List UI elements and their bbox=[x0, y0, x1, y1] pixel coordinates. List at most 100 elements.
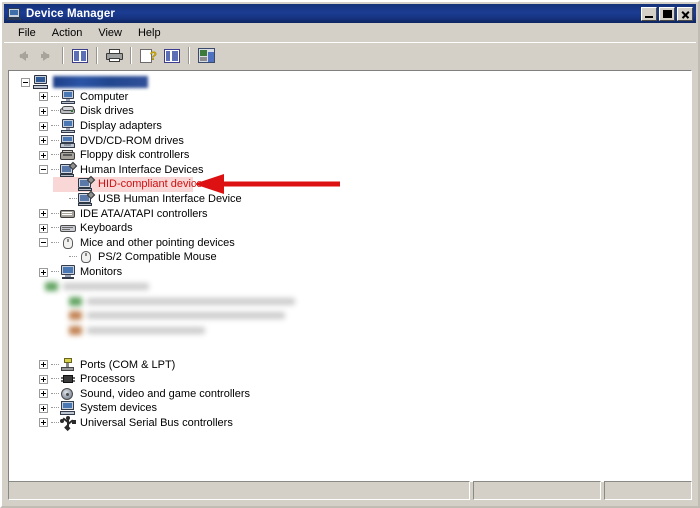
collapse-icon[interactable] bbox=[39, 165, 48, 175]
status-pane-3 bbox=[604, 481, 692, 500]
redacted-label bbox=[63, 283, 149, 291]
expand-icon[interactable] bbox=[39, 267, 48, 277]
window-title: Device Manager bbox=[26, 7, 115, 20]
tree-row-hid-compliant-device[interactable]: HID-compliant device bbox=[9, 176, 691, 192]
tree-item-label: Universal Serial Bus controllers bbox=[80, 416, 233, 429]
dvd-drive-icon bbox=[60, 134, 76, 148]
tree-connector bbox=[51, 95, 59, 98]
usb-icon bbox=[60, 415, 76, 432]
tree-row[interactable]: IDE ATA/ATAPI controllers bbox=[9, 206, 691, 221]
arrow-left-icon bbox=[18, 50, 28, 61]
toolbar-separator-3 bbox=[130, 47, 132, 64]
expand-icon[interactable] bbox=[39, 136, 48, 146]
redacted-label bbox=[87, 297, 295, 305]
tree-connector bbox=[51, 227, 59, 229]
tree-row[interactable]: Mice and other pointing devices bbox=[9, 236, 691, 251]
split-view-icon bbox=[164, 48, 180, 63]
network-adapter-icon bbox=[69, 325, 82, 335]
tree-connector bbox=[51, 168, 59, 171]
tree-row[interactable]: Computer bbox=[9, 89, 691, 105]
tree-connector bbox=[51, 421, 59, 424]
tree-row[interactable]: Processors bbox=[9, 372, 691, 387]
tree-row[interactable]: Monitors bbox=[9, 265, 691, 280]
toolbar-separator-2 bbox=[96, 47, 98, 64]
toolbar-separator-4 bbox=[188, 47, 190, 64]
print-button[interactable] bbox=[102, 45, 126, 67]
tree-row[interactable]: PS/2 Compatible Mouse bbox=[9, 250, 691, 265]
menu-action[interactable]: Action bbox=[44, 25, 91, 41]
sound-icon bbox=[60, 387, 76, 401]
network-adapters-redacted-group[interactable] bbox=[9, 279, 349, 357]
window-controls bbox=[641, 6, 696, 21]
tree-row[interactable]: Universal Serial Bus controllers bbox=[9, 415, 691, 432]
back-button[interactable] bbox=[10, 45, 34, 67]
expand-icon[interactable] bbox=[39, 374, 48, 384]
tree-item-label: Disk drives bbox=[80, 105, 134, 118]
printer-icon bbox=[105, 49, 123, 62]
tree-item-label: Human Interface Devices bbox=[80, 163, 204, 176]
scan-for-hardware-changes-button[interactable] bbox=[194, 45, 218, 67]
tree-item-label: Keyboards bbox=[80, 222, 133, 235]
expand-icon[interactable] bbox=[39, 92, 48, 102]
expand-icon[interactable] bbox=[39, 418, 48, 428]
tree-item-label: Display adapters bbox=[80, 120, 162, 133]
expand-icon[interactable] bbox=[39, 403, 48, 413]
network-adapter-icon bbox=[69, 311, 82, 321]
tree-row[interactable]: Disk drives bbox=[9, 104, 691, 119]
tree-item-label: Ports (COM & LPT) bbox=[80, 358, 176, 371]
tree-row-redacted[interactable] bbox=[9, 309, 349, 324]
tree-row-redacted[interactable] bbox=[9, 294, 349, 309]
tree-row[interactable]: Human Interface Devices bbox=[9, 161, 691, 178]
collapse-icon[interactable] bbox=[21, 77, 30, 87]
redacted-label bbox=[87, 326, 205, 334]
tree-connector bbox=[51, 363, 59, 366]
tree-row[interactable]: DVD/CD-ROM drives bbox=[9, 133, 691, 148]
ide-controller-icon bbox=[60, 207, 76, 221]
properties-button[interactable] bbox=[68, 45, 92, 67]
tree-connector bbox=[51, 271, 59, 273]
menu-file[interactable]: File bbox=[10, 25, 44, 41]
device-manager-window: Device Manager File Action View Help ? C… bbox=[0, 0, 700, 508]
tree-row[interactable]: Sound, video and game controllers bbox=[9, 387, 691, 402]
expand-icon[interactable] bbox=[39, 223, 48, 233]
menu-view[interactable]: View bbox=[90, 25, 130, 41]
show-hide-console-tree-button[interactable] bbox=[160, 45, 184, 67]
tree-row-root[interactable] bbox=[9, 75, 691, 90]
hid-icon bbox=[78, 190, 96, 207]
expand-icon[interactable] bbox=[39, 150, 48, 160]
tree-row-redacted[interactable] bbox=[9, 323, 349, 338]
tree-row[interactable]: System devices bbox=[9, 401, 691, 416]
expand-icon[interactable] bbox=[39, 106, 48, 116]
tree-row[interactable]: Floppy disk controllers bbox=[9, 148, 691, 163]
tree-row-redacted[interactable] bbox=[9, 279, 349, 294]
tree-row[interactable]: Keyboards bbox=[9, 221, 691, 236]
expand-icon[interactable] bbox=[39, 209, 48, 219]
properties-icon bbox=[72, 48, 88, 63]
close-button[interactable] bbox=[677, 6, 693, 21]
tree-row[interactable]: Display adapters bbox=[9, 119, 691, 134]
forward-button[interactable] bbox=[34, 45, 58, 67]
title-bar: Device Manager bbox=[4, 4, 696, 23]
help-button[interactable]: ? bbox=[136, 45, 160, 67]
collapse-icon[interactable] bbox=[39, 238, 48, 248]
expand-icon[interactable] bbox=[39, 121, 48, 131]
tree-item-label: Processors bbox=[80, 373, 136, 386]
expand-icon[interactable] bbox=[39, 360, 48, 370]
tree-item-label: HID-compliant device bbox=[98, 178, 203, 191]
mouse-icon bbox=[60, 236, 76, 250]
device-tree-panel[interactable]: Computer Disk drives Display adapters DVD/C… bbox=[8, 70, 692, 482]
redacted-label bbox=[87, 312, 285, 320]
minimize-button[interactable] bbox=[641, 6, 657, 21]
expand-icon[interactable] bbox=[39, 389, 48, 399]
network-adapter-icon bbox=[69, 296, 82, 306]
keyboard-icon bbox=[60, 221, 76, 235]
tree-connector bbox=[51, 378, 59, 380]
help-page-icon: ? bbox=[140, 48, 157, 63]
tree-row[interactable]: USB Human Interface Device bbox=[9, 190, 691, 207]
status-bar bbox=[8, 481, 692, 500]
tree-item-label: System devices bbox=[80, 402, 158, 415]
menu-help[interactable]: Help bbox=[130, 25, 169, 41]
tree-row[interactable]: Ports (COM & LPT) bbox=[9, 357, 691, 372]
tree-connector bbox=[51, 139, 59, 142]
maximize-button[interactable] bbox=[659, 6, 675, 21]
